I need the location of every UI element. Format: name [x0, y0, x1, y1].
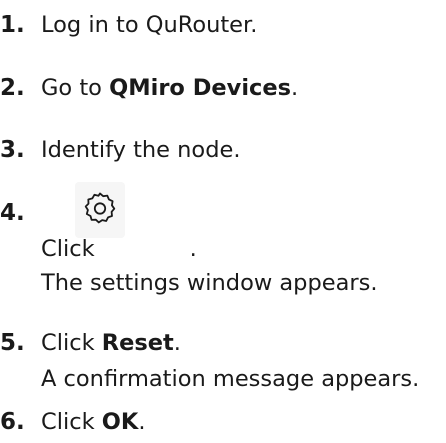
step-text-before: Click [41, 409, 102, 435]
step-text-before: Click [41, 236, 95, 262]
step-result: A confirmation message appears. [41, 366, 420, 392]
step-1: 1. Log in to QuRouter. [0, 7, 446, 43]
settings-icon-box [75, 182, 125, 238]
step-5: 5. Click Reset. A confirmation message ap… [0, 325, 446, 397]
gear-icon [84, 192, 116, 224]
step-number: 1. [0, 12, 25, 38]
step-number: 5. [0, 330, 25, 356]
step-text: Go to QMiro Devices. [41, 70, 298, 106]
step-2: 2. Go to QMiro Devices. [0, 70, 446, 106]
step-result: The settings window appears. [41, 270, 378, 296]
step-6: 6. Click OK. [0, 404, 446, 440]
step-number: 3. [0, 137, 25, 163]
step-number: 2. [0, 75, 25, 101]
step-text-after: . [291, 75, 299, 101]
step-text: Identify the node. [41, 137, 241, 163]
step-number: 4. [0, 200, 25, 226]
step-text-after: . [173, 330, 181, 356]
step-text-after: . [138, 409, 146, 435]
step-text: Click. [41, 231, 197, 267]
button-name-reset: Reset [101, 330, 174, 356]
step-text-before: Click [41, 330, 102, 356]
step-4: 4. Click. The settings window appears. [0, 182, 446, 305]
step-text: Log in to QuRouter. [41, 12, 258, 38]
step-text-after: . [189, 236, 197, 262]
step-text-before: Go to [41, 75, 110, 101]
button-name-ok: OK [101, 409, 139, 435]
step-3: 3. Identify the node. [0, 132, 446, 168]
step-text: Click OK. [41, 404, 145, 440]
procedure-steps: 1. Log in to QuRouter. 2. Go to QMiro De… [0, 0, 446, 443]
menu-name-qmiro-devices: QMiro Devices [109, 75, 292, 101]
step-text: Click Reset. A confirmation message appea… [41, 325, 419, 397]
step-number: 6. [0, 409, 25, 435]
